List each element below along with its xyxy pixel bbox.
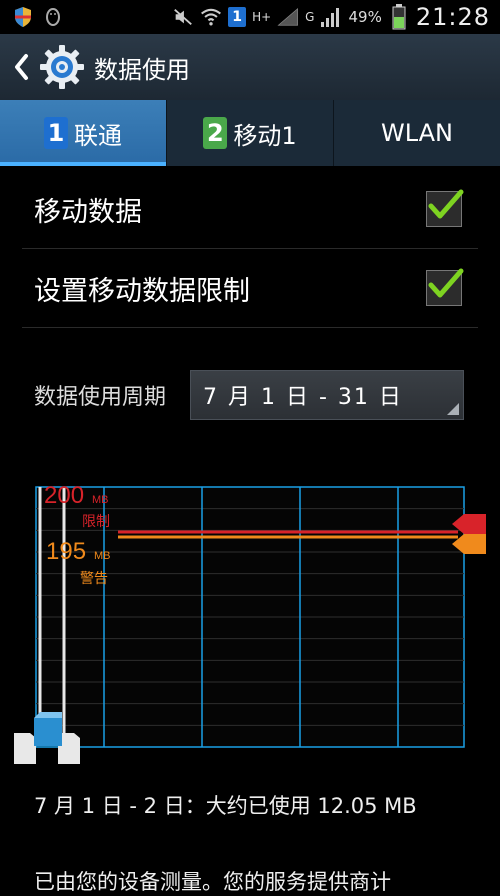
shield-icon — [12, 6, 34, 28]
data-limit-checkbox[interactable] — [426, 268, 464, 306]
usage-bar — [34, 718, 62, 746]
usage-chart: 200 MB 限制 195 MB 警告 — [0, 470, 500, 770]
status-bar: 1 H+ G 49% 21:28 — [0, 0, 500, 34]
qq-penguin-icon — [42, 6, 64, 28]
network-type-label: H+ — [252, 10, 272, 24]
mobile-data-row[interactable]: 移动数据 — [22, 170, 478, 249]
signal-strength-icon — [320, 6, 342, 28]
back-arrow-icon[interactable] — [10, 47, 32, 87]
usage-summary: 7 月 1 日 - 2 日：大约已使用 12.05 MB — [34, 794, 417, 818]
usage-chart-svg: 200 MB 限制 195 MB 警告 — [14, 482, 486, 764]
warning-label: 警告 — [80, 571, 108, 587]
sim-tabs: 1 联通 2 移动1 WLAN — [0, 100, 500, 166]
tab-wlan-label: WLAN — [380, 119, 454, 147]
mobile-data-label: 移动数据 — [34, 196, 142, 228]
warning-value: 195 — [46, 538, 86, 565]
check-icon — [428, 268, 464, 298]
sim-slot-badge: 1 — [228, 7, 247, 27]
limit-label: 限制 — [82, 514, 110, 530]
cycle-row: 数据使用周期 — [34, 370, 166, 420]
data-limit-label: 设置移动数据限制 — [34, 275, 250, 307]
dropdown-arrow-icon — [447, 403, 459, 415]
clock: 21:28 — [415, 3, 490, 31]
network-type-label-2: G — [305, 10, 315, 24]
cycle-dropdown[interactable]: 7 月 1 日 - 31 日 — [190, 370, 464, 420]
action-bar: 数据使用 — [0, 34, 500, 100]
battery-percent: 49% — [348, 8, 382, 26]
mobile-data-checkbox[interactable] — [426, 189, 464, 227]
sim1-badge: 1 — [44, 117, 68, 149]
tab-sim2-label: 移动1 — [233, 121, 297, 150]
battery-icon — [388, 4, 410, 30]
tab-sim1[interactable]: 1 联通 — [0, 100, 167, 166]
mute-icon — [172, 6, 194, 28]
cycle-label: 数据使用周期 — [34, 385, 167, 410]
tab-sim2[interactable]: 2 移动1 — [167, 100, 334, 166]
signal-icon — [277, 6, 299, 28]
start-handle[interactable] — [14, 733, 36, 764]
wifi-icon — [200, 6, 222, 28]
measurement-note: 已由您的设备测量。您的服务提供商计 — [34, 870, 391, 894]
limit-value: 200 — [44, 482, 84, 509]
sim2-badge: 2 — [203, 117, 228, 149]
data-limit-row[interactable]: 设置移动数据限制 — [22, 249, 478, 328]
limit-unit: MB — [92, 494, 109, 506]
cycle-value: 7 月 1 日 - 31 日 — [203, 385, 403, 410]
page-title: 数据使用 — [94, 55, 190, 84]
warning-unit: MB — [94, 550, 111, 562]
tab-sim1-label: 联通 — [74, 121, 122, 150]
check-icon — [428, 189, 464, 219]
settings-gear-icon[interactable] — [38, 43, 86, 91]
tab-wlan[interactable]: WLAN — [334, 100, 500, 166]
